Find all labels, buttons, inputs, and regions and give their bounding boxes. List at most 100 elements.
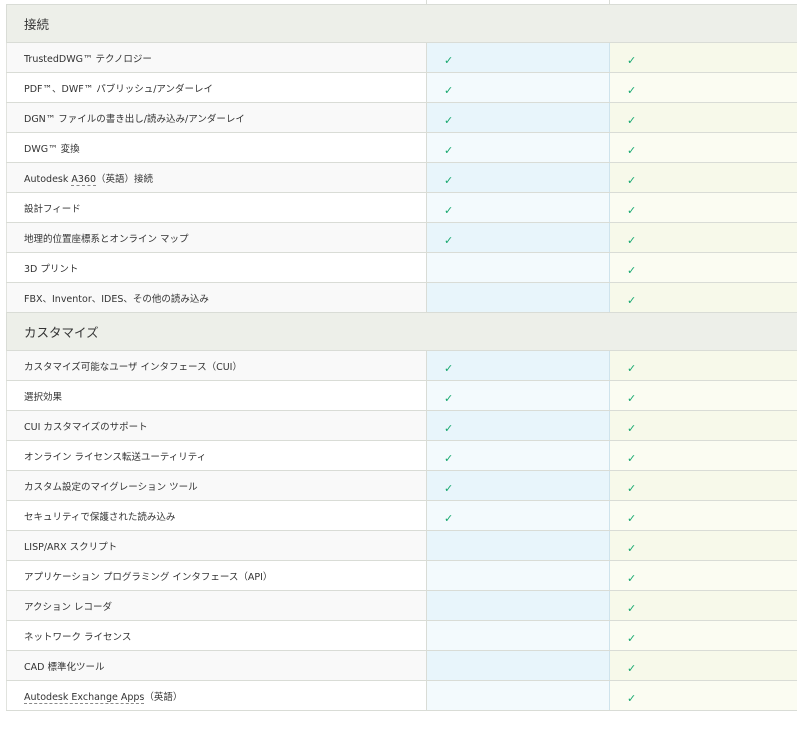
- feature-label: CUI カスタマイズのサポート: [6, 410, 427, 441]
- feature-label: Autodesk Exchange Apps（英語）: [6, 680, 427, 711]
- check-icon: ✓: [627, 113, 637, 127]
- check-icon: ✓: [444, 53, 454, 67]
- feature-link[interactable]: Autodesk Exchange Apps: [24, 691, 145, 704]
- full-column-cell: ✓: [609, 162, 797, 193]
- full-column-cell: ✓: [609, 470, 797, 501]
- check-icon: ✓: [444, 233, 454, 247]
- check-icon: ✓: [627, 203, 637, 217]
- lt-column-cell: ✓: [426, 132, 610, 163]
- full-column-cell: ✓: [609, 440, 797, 471]
- check-icon: ✓: [444, 203, 454, 217]
- feature-label: DGN™ ファイルの書き出し/読み込み/アンダーレイ: [6, 102, 427, 133]
- lt-column-cell: ✓: [426, 102, 610, 133]
- feature-label: アクション レコーダ: [6, 590, 427, 621]
- section-header-customization: カスタマイズ: [6, 312, 797, 351]
- check-icon: ✓: [627, 421, 637, 435]
- full-column-cell: ✓: [609, 650, 797, 681]
- check-icon: ✓: [627, 451, 637, 465]
- check-icon: ✓: [627, 53, 637, 67]
- full-column-cell: ✓: [609, 590, 797, 621]
- full-column-cell: ✓: [609, 102, 797, 133]
- table-row: アクション レコーダ ✓: [6, 590, 797, 621]
- check-icon: ✓: [444, 511, 454, 525]
- table-row: 設計フィード ✓ ✓: [6, 192, 797, 223]
- check-icon: ✓: [444, 481, 454, 495]
- section-title: 接続: [6, 4, 797, 43]
- full-column-cell: ✓: [609, 132, 797, 163]
- check-icon: ✓: [444, 143, 454, 157]
- full-column-cell: ✓: [609, 620, 797, 651]
- check-icon: ✓: [627, 361, 637, 375]
- table-row: LISP/ARX スクリプト ✓: [6, 530, 797, 561]
- lt-column-cell: ✓: [426, 222, 610, 253]
- full-column-cell: ✓: [609, 42, 797, 73]
- check-icon: ✓: [627, 691, 637, 705]
- full-column-cell: ✓: [609, 410, 797, 441]
- check-icon: ✓: [627, 661, 637, 675]
- check-icon: ✓: [444, 173, 454, 187]
- section-title: カスタマイズ: [6, 312, 797, 351]
- table-row: CAD 標準化ツール ✓: [6, 650, 797, 681]
- table-row: Autodesk A360（英語）接続 ✓ ✓: [6, 162, 797, 193]
- feature-label: セキュリティで保護された読み込み: [6, 500, 427, 531]
- full-column-cell: ✓: [609, 350, 797, 381]
- table-row: CUI カスタマイズのサポート ✓ ✓: [6, 410, 797, 441]
- table-row: DWG™ 変換 ✓ ✓: [6, 132, 797, 163]
- lt-column-cell: [426, 650, 610, 681]
- table-row: Autodesk Exchange Apps（英語） ✓: [6, 680, 797, 711]
- lt-column-cell: ✓: [426, 470, 610, 501]
- feature-label: CAD 標準化ツール: [6, 650, 427, 681]
- full-column-cell: ✓: [609, 680, 797, 711]
- feature-label: カスタム設定のマイグレーション ツール: [6, 470, 427, 501]
- lt-column-cell: ✓: [426, 500, 610, 531]
- lt-column-cell: ✓: [426, 72, 610, 103]
- lt-column-cell: ✓: [426, 350, 610, 381]
- lt-column-cell: [426, 680, 610, 711]
- table-row: オンライン ライセンス転送ユーティリティ ✓ ✓: [6, 440, 797, 471]
- table-row: FBX、Inventor、IDES、その他の読み込み ✓: [6, 282, 797, 313]
- check-icon: ✓: [627, 601, 637, 615]
- feature-link[interactable]: A360: [71, 173, 97, 186]
- check-icon: ✓: [627, 263, 637, 277]
- check-icon: ✓: [627, 631, 637, 645]
- check-icon: ✓: [444, 391, 454, 405]
- feature-label-suffix: （英語）接続: [96, 173, 154, 185]
- check-icon: ✓: [444, 361, 454, 375]
- table-row: 選択効果 ✓ ✓: [6, 380, 797, 411]
- feature-label: Autodesk A360（英語）接続: [6, 162, 427, 193]
- table-row: セキュリティで保護された読み込み ✓ ✓: [6, 500, 797, 531]
- full-column-cell: ✓: [609, 252, 797, 283]
- table-row: アプリケーション プログラミング インタフェース（API） ✓: [6, 560, 797, 591]
- feature-label: アプリケーション プログラミング インタフェース（API）: [6, 560, 427, 591]
- feature-label: ネットワーク ライセンス: [6, 620, 427, 651]
- feature-label: TrustedDWG™ テクノロジー: [6, 42, 427, 73]
- feature-label: 設計フィード: [6, 192, 427, 223]
- check-icon: ✓: [444, 113, 454, 127]
- feature-label: FBX、Inventor、IDES、その他の読み込み: [6, 282, 427, 313]
- lt-column-cell: [426, 282, 610, 313]
- check-icon: ✓: [627, 83, 637, 97]
- feature-label: 地理的位置座標系とオンライン マップ: [6, 222, 427, 253]
- full-column-cell: ✓: [609, 560, 797, 591]
- feature-comparison-table: 接続 TrustedDWG™ テクノロジー ✓ ✓ PDF™、DWF™ パブリッシュ/…: [6, 4, 797, 711]
- table-row: DGN™ ファイルの書き出し/読み込み/アンダーレイ ✓ ✓: [6, 102, 797, 133]
- feature-label: DWG™ 変換: [6, 132, 427, 163]
- check-icon: ✓: [444, 421, 454, 435]
- section-header-connection: 接続: [6, 4, 797, 43]
- lt-column-cell: ✓: [426, 440, 610, 471]
- lt-column-cell: [426, 620, 610, 651]
- table-row: カスタマイズ可能なユーザ インタフェース（CUI） ✓ ✓: [6, 350, 797, 381]
- lt-column-cell: [426, 252, 610, 283]
- full-column-cell: ✓: [609, 530, 797, 561]
- check-icon: ✓: [627, 481, 637, 495]
- table-row: PDF™、DWF™ パブリッシュ/アンダーレイ ✓ ✓: [6, 72, 797, 103]
- feature-label: カスタマイズ可能なユーザ インタフェース（CUI）: [6, 350, 427, 381]
- lt-column-cell: [426, 560, 610, 591]
- full-column-cell: ✓: [609, 500, 797, 531]
- table-row: TrustedDWG™ テクノロジー ✓ ✓: [6, 42, 797, 73]
- check-icon: ✓: [444, 451, 454, 465]
- check-icon: ✓: [627, 571, 637, 585]
- lt-column-cell: ✓: [426, 162, 610, 193]
- full-column-cell: ✓: [609, 380, 797, 411]
- check-icon: ✓: [627, 541, 637, 555]
